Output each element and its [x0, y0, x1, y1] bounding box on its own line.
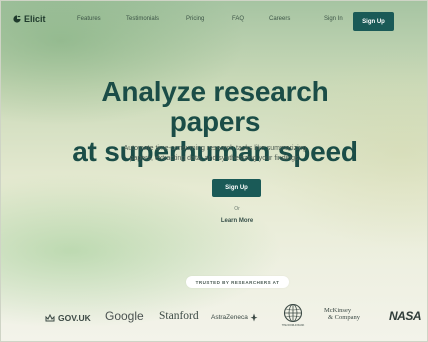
top-nav: Elicit Features Testimonials Pricing FAQ… — [1, 1, 427, 39]
mckinsey-text-line-2: & Company — [328, 314, 360, 321]
crown-icon — [45, 314, 55, 322]
mckinsey-logo: McKinsey & Company — [324, 307, 360, 321]
or-separator: Or — [234, 206, 240, 212]
nav-link-careers[interactable]: Careers — [269, 16, 290, 22]
hero-title-line-1: Analyze research papers — [101, 76, 329, 137]
learn-more-link[interactable]: Learn More — [216, 218, 258, 224]
google-logo: Google — [105, 309, 144, 323]
nav-link-faq[interactable]: FAQ — [232, 16, 244, 22]
sign-in-link[interactable]: Sign In — [324, 16, 343, 22]
trusted-badge: TRUSTED BY RESEARCHERS AT — [186, 276, 289, 288]
astrazeneca-symbol-icon — [250, 313, 258, 322]
govuk-logo: GOV.UK — [45, 313, 91, 323]
govuk-text: GOV.UK — [58, 313, 91, 323]
nav-link-pricing[interactable]: Pricing — [186, 16, 204, 22]
partner-logos: GOV.UK Google Stanford AstraZeneca THE W… — [1, 301, 427, 337]
nav-link-testimonials[interactable]: Testimonials — [126, 16, 159, 22]
globe-icon — [283, 303, 303, 323]
hero-subtitle-line-1: Automate time-consuming research tasks l… — [123, 145, 307, 152]
nav-sign-up-button[interactable]: Sign Up — [353, 12, 394, 31]
hero-sign-up-button[interactable]: Sign Up — [212, 179, 261, 197]
astrazeneca-logo: AstraZeneca — [211, 313, 258, 322]
world-bank-logo: THE WORLD BANK — [278, 303, 308, 327]
astrazeneca-text: AstraZeneca — [211, 314, 248, 321]
elicit-logo-icon — [13, 15, 21, 23]
stanford-logo: Stanford — [159, 310, 199, 322]
logo-text: Elicit — [24, 14, 46, 24]
landing-page: Elicit Features Testimonials Pricing FAQ… — [0, 0, 428, 342]
world-bank-text: THE WORLD BANK — [281, 324, 305, 327]
hero-subtitle-line-2: papers, extracting data, and synthesizin… — [129, 155, 301, 162]
nasa-logo: NASA — [389, 309, 422, 323]
mckinsey-text-line-1: McKinsey — [324, 307, 352, 314]
nav-link-features[interactable]: Features — [77, 16, 101, 22]
hero-subtitle: Automate time-consuming research tasks l… — [110, 144, 320, 164]
elicit-logo[interactable]: Elicit — [13, 14, 46, 24]
